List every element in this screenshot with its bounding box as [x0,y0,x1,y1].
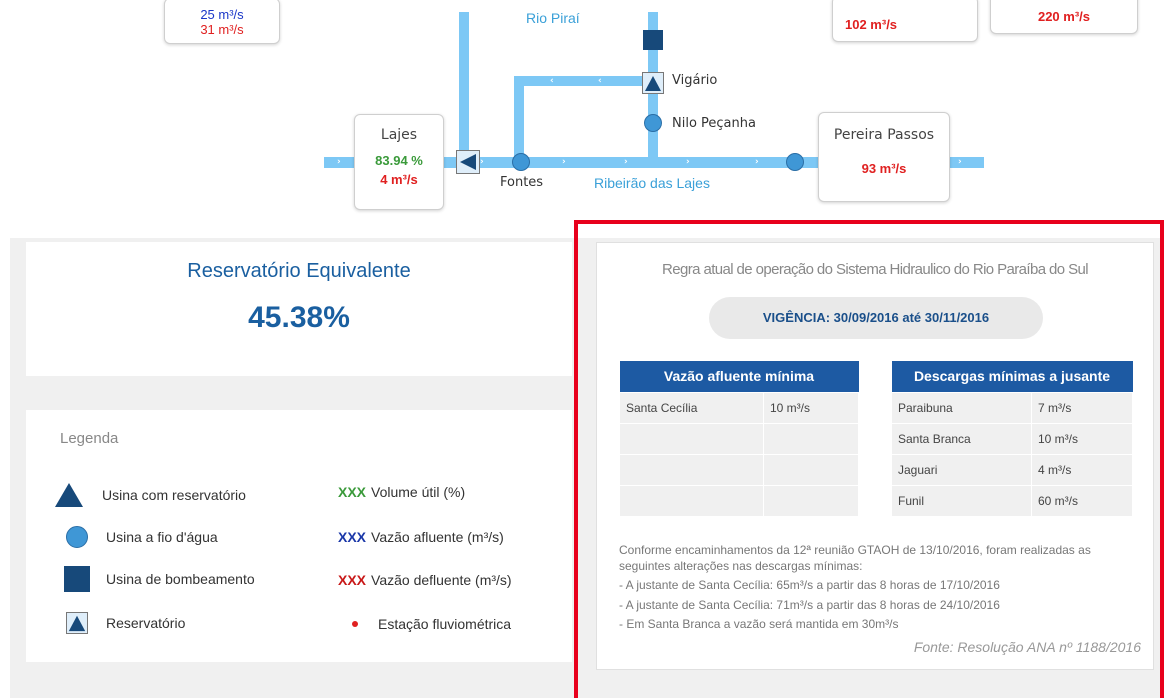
vigario-label: Vigário [672,73,718,88]
station-box-top-left[interactable]: 25 m³/s 31 m³/s [164,0,280,44]
flow-arrow: › [958,157,962,167]
pereira-passos-box[interactable]: Pereira Passos 93 m³/s [818,112,950,202]
lajes-volume: 83.94 % [375,153,423,168]
legend-panel: Legenda Usina com reservatório Usina a f… [26,410,572,662]
flow-arrow: › [755,157,759,167]
pumping-station-icon[interactable] [643,30,663,50]
lajes-box[interactable]: Lajes 83.94 % 4 m³/s [354,114,444,210]
fontes-label: Fontes [500,175,544,190]
flow-arrow: › [480,157,484,167]
ribeirao-label: Ribeirão das Lajes [594,175,710,191]
river-branch-vertical [514,76,524,164]
legend-item-estacao: Estação fluviométrica [352,616,511,632]
legend-label: Usina com reservatório [102,487,246,503]
legend-item-volume: XXX Volume útil (%) [338,484,465,500]
defluente-value: 31 m³/s [200,22,244,37]
legend-label: Usina de bombeamento [106,571,255,587]
lajes-reservoir-icon[interactable] [456,150,480,174]
pereira-passos-title: Pereira Passos [833,127,935,143]
reservatorio-value: 45.38% [248,301,350,334]
flow-arrow: › [337,157,341,167]
xxx-blue: XXX [338,529,367,545]
flow-arrow: ‹ [550,76,554,86]
legend-label: Reservatório [106,615,186,631]
legend-label: Estação fluviométrica [378,616,512,632]
legend-item-run-of-river: Usina a fio d'água [66,526,218,548]
legend-item-defluente: XXX Vazão defluente (m³/s) [338,572,512,588]
rio-pirai-label: Rio Piraí [526,10,580,26]
legend-item-reservoir-plant: Usina com reservatório [54,482,246,508]
xxx-red: XXX [338,572,367,588]
legend-label: Vazão defluente (m³/s) [371,572,512,588]
highlight-box [574,220,1164,698]
flow-arrow: › [624,157,628,167]
legend-title: Legenda [60,430,119,447]
fontes-plant-icon[interactable] [512,153,530,171]
lajes-title: Lajes [380,127,418,143]
flow-arrow: › [686,157,690,167]
reservoir-icon[interactable] [642,72,664,94]
legend-item-afluente: XXX Vazão afluente (m³/s) [338,529,504,545]
river-vertical-left [459,12,469,162]
schematic-diagram: › › › › › › › ‹ ‹ 25 m³/s 31 m³/s Rio Pi… [10,0,1160,238]
reservatorio-panel: Reservatório Equivalente 45.38% [26,242,572,376]
afluente-value: 25 m³/s [200,7,244,22]
reservoir-icon [66,612,88,634]
red-dot-icon [352,621,358,627]
flow-arrow: › [562,157,566,167]
circle-icon [66,526,88,548]
triangle-icon [55,483,83,507]
flow-arrow: ‹ [598,76,602,86]
square-icon [64,566,90,592]
reservatorio-title: Reservatório Equivalente [187,260,411,282]
pereira-passos-flow: 93 m³/s [861,161,907,176]
legend-label: Vazão afluente (m³/s) [371,529,504,545]
legend-item-reservoir: Reservatório [66,612,185,634]
lajes-flow: 4 m³/s [380,172,418,187]
defluente-value: 102 m³/s [845,17,898,32]
run-of-river-plant-icon[interactable] [644,114,662,132]
legend-label: Usina a fio d'água [106,529,218,545]
defluente-value: 220 m³/s [1037,9,1091,24]
river-branch-horizontal [514,76,654,86]
xxx-green: XXX [338,484,367,500]
legend-label: Volume útil (%) [371,484,466,500]
station-box-top-mid[interactable]: 102 m³/s [832,0,978,42]
nilo-pecanha-label: Nilo Peçanha [672,116,756,131]
station-box-top-right[interactable]: 220 m³/s [990,0,1138,34]
pereira-passos-plant-icon[interactable] [786,153,804,171]
legend-item-pumping: Usina de bombeamento [64,566,255,592]
